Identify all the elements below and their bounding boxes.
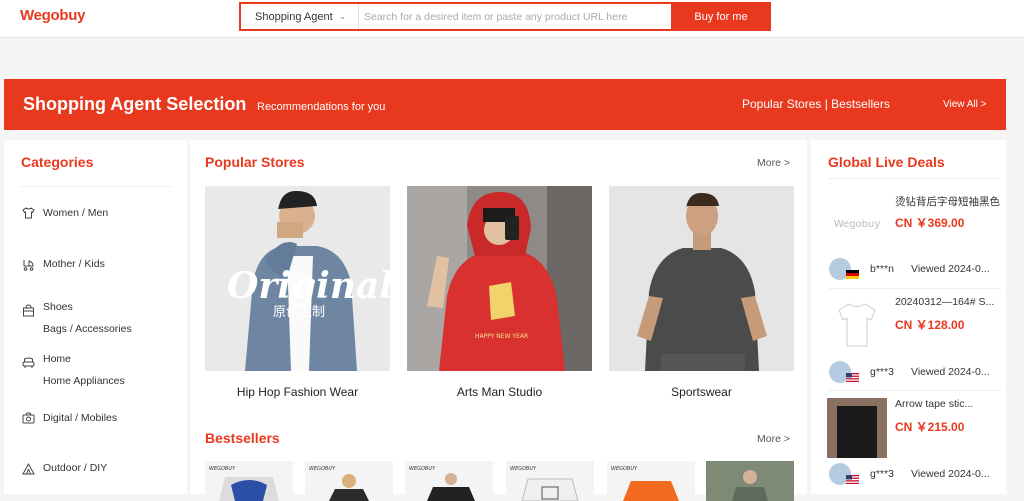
- viewer-username: g***3: [870, 468, 894, 480]
- bestseller-brand-tag: WEGOBUY: [309, 466, 336, 472]
- deal-viewer: g***3 Viewed 2024-0...: [829, 463, 1004, 489]
- deal-viewer: b***n Viewed 2024-0...: [829, 258, 1004, 284]
- deal-product[interactable]: Arrow tape stic... CN ￥215.00: [827, 398, 1006, 458]
- germany-flag-icon: [846, 270, 859, 279]
- store-name: Sportswear: [671, 385, 732, 399]
- viewed-date: Viewed 2024-0...: [911, 263, 990, 275]
- category-mother-kids[interactable]: Mother / Kids: [21, 257, 105, 271]
- search-bar: Shopping Agent ⌄ Buy for me: [239, 2, 771, 31]
- top-bar: Wegobuy Shopping Agent ⌄ Buy for me: [0, 0, 1024, 38]
- divider: [829, 288, 1001, 289]
- store-name: Hip Hop Fashion Wear: [236, 385, 359, 399]
- product-thumbnail: Wegobuy: [827, 194, 887, 254]
- recommendations-panel: Popular Stores More > Original 原创定制 Hip …: [190, 140, 807, 501]
- category-shoes-bags[interactable]: Shoes Bags / Accessories: [21, 296, 132, 340]
- popular-stores-more-link[interactable]: More >: [757, 157, 790, 169]
- store-overlay-text: HAPPY NEW YEAR: [475, 333, 528, 340]
- stroller-icon: [21, 257, 35, 271]
- popular-stores-title: Popular Stores: [205, 154, 305, 170]
- store-image: HAPPY NEW YEAR: [407, 186, 592, 371]
- bestseller-item[interactable]: WEGOBUY: [607, 461, 695, 501]
- live-deals-title: Global Live Deals: [828, 154, 945, 170]
- camera-icon: [21, 411, 35, 425]
- category-home-appliances[interactable]: Home Home Appliances: [21, 348, 125, 392]
- viewed-date: Viewed 2024-0...: [911, 468, 990, 480]
- bestsellers-title: Bestsellers: [205, 430, 280, 446]
- bag-icon: [21, 303, 35, 317]
- bestseller-brand-tag: WEGOBUY: [209, 466, 236, 472]
- view-all-link[interactable]: View All >: [943, 99, 986, 110]
- categories-title: Categories: [21, 154, 94, 170]
- store-image: [609, 186, 794, 371]
- deal-product[interactable]: Wegobuy 烫钻背后字母短袖黑色 CN ￥369.00: [827, 194, 1006, 254]
- viewed-date: Viewed 2024-0...: [911, 366, 990, 378]
- thumbnail-logo: Wegobuy: [833, 218, 881, 230]
- bestseller-brand-tag: WEGOBUY: [409, 466, 436, 472]
- divider: [21, 186, 171, 187]
- bestseller-item[interactable]: WEGOBUY: [205, 461, 293, 501]
- deal-product[interactable]: 20240312—164# S... CN ￥128.00: [827, 296, 1006, 356]
- category-label: Shoes: [43, 301, 73, 313]
- store-card-arts-man[interactable]: HAPPY NEW YEAR Arts Man Studio: [407, 186, 592, 399]
- category-label: Outdoor / DIY: [43, 462, 108, 474]
- category-label: Bags / Accessories: [43, 323, 132, 335]
- sofa-icon: [21, 355, 35, 369]
- category-label: Home: [43, 353, 72, 365]
- store-card-sportswear[interactable]: Sportswear: [609, 186, 794, 399]
- product-name: 烫钻背后字母短袖黑色: [895, 196, 1000, 208]
- bestsellers-more-link[interactable]: More >: [757, 433, 790, 445]
- category-women-men[interactable]: Women / Men: [21, 206, 108, 220]
- store-card-hip-hop[interactable]: Original 原创定制 Hip Hop Fashion Wear: [205, 186, 390, 399]
- bestseller-brand-tag: WEGOBUY: [611, 466, 638, 472]
- search-type-select[interactable]: Shopping Agent ⌄: [241, 4, 359, 29]
- product-name: 20240312—164# S...: [895, 296, 995, 308]
- buy-for-me-button[interactable]: Buy for me: [671, 2, 771, 31]
- banner-subtitle: Recommendations for you: [257, 101, 386, 113]
- usa-flag-icon: [846, 373, 859, 382]
- product-price: CN ￥215.00: [895, 420, 965, 434]
- product-thumbnail: [827, 296, 887, 356]
- category-label: Mother / Kids: [43, 258, 105, 270]
- chevron-down-icon: ⌄: [338, 11, 347, 21]
- usa-flag-icon: [846, 475, 859, 484]
- store-image: Original 原创定制: [205, 186, 390, 371]
- store-overlay-text: Original: [227, 265, 390, 307]
- category-digital-mobiles[interactable]: Digital / Mobiles: [21, 411, 117, 425]
- category-label: Women / Men: [43, 207, 109, 219]
- live-deals-panel: Global Live Deals Wegobuy 烫钻背后字母短袖黑色 CN …: [811, 140, 1006, 494]
- banner-title: Shopping Agent Selection: [23, 94, 247, 114]
- bestseller-item[interactable]: WEGOBUY: [305, 461, 393, 501]
- search-input[interactable]: [359, 4, 671, 29]
- divider: [828, 178, 1000, 179]
- store-overlay-subtext: 原创定制: [273, 305, 325, 320]
- deal-viewer: g***3 Viewed 2024-0...: [829, 361, 1004, 387]
- product-name: Arrow tape stic...: [895, 398, 974, 410]
- bestseller-item[interactable]: WEGOBUY: [405, 461, 493, 501]
- category-label: Home Appliances: [43, 375, 125, 387]
- shopping-agent-banner: Shopping Agent Selection Recommendations…: [4, 79, 1006, 130]
- viewer-username: b***n: [870, 263, 894, 275]
- banner-right-text: Popular Stores | Bestsellers: [742, 97, 890, 111]
- shirt-icon: [21, 206, 35, 220]
- categories-panel: Categories Women / Men Mother / Kids Sho…: [4, 140, 187, 494]
- search-type-label: Shopping Agent: [255, 10, 333, 23]
- product-price: CN ￥128.00: [895, 318, 965, 332]
- category-label: Digital / Mobiles: [43, 412, 118, 424]
- bestseller-item[interactable]: WEGOBUY: [506, 461, 594, 501]
- divider: [829, 390, 1001, 391]
- site-logo[interactable]: Wegobuy: [20, 7, 85, 24]
- bestseller-item[interactable]: [706, 461, 794, 501]
- product-thumbnail: [827, 398, 887, 458]
- store-name: Arts Man Studio: [456, 385, 543, 399]
- category-outdoor-diy[interactable]: Outdoor / DIY: [21, 461, 107, 475]
- tent-icon: [21, 461, 35, 475]
- bestseller-brand-tag: WEGOBUY: [510, 466, 537, 472]
- product-price: CN ￥369.00: [895, 216, 965, 230]
- viewer-username: g***3: [870, 366, 894, 378]
